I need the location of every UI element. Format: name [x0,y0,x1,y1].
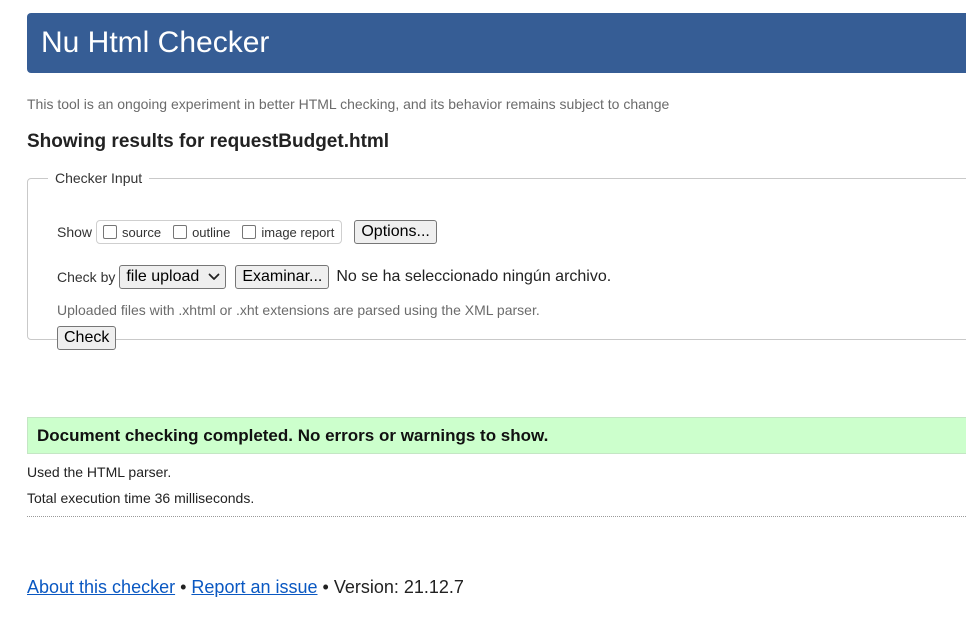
check-by-selected-value: file upload [126,268,200,285]
image-report-checkbox[interactable] [242,225,257,239]
version-text: Version: 21.12.7 [333,577,464,597]
check-by-label: Check by [57,269,116,285]
browse-file-button[interactable]: Examinar... [235,265,330,289]
results-title: Showing results for requestBudget.html [27,131,390,152]
show-options-group: source outline image report [96,220,343,244]
show-image-report-option[interactable]: image report [242,225,334,240]
execution-time: Total execution time 36 milliseconds. [27,490,255,506]
show-row: Show source outline image report Options… [57,220,437,244]
check-by-row: Check by file upload Examinar... No se h… [57,265,611,289]
xml-parser-note: Uploaded files with .xhtml or .xht exten… [57,302,540,318]
options-button[interactable]: Options... [354,220,437,244]
image-report-label: image report [261,224,335,240]
report-issue-link[interactable]: Report an issue [191,577,317,597]
checker-input-fieldset: Checker Input Show source outline image … [27,170,966,350]
success-message: Document checking completed. No errors o… [37,426,549,445]
parser-info: Used the HTML parser. [27,464,172,480]
app-title: Nu Html Checker [41,26,270,59]
divider [27,516,966,517]
show-source-option[interactable]: source [103,225,161,240]
source-checkbox[interactable] [103,225,118,239]
page-header: Nu Html Checker [27,13,966,73]
checker-input-legend: Checker Input [55,170,143,186]
outline-checkbox[interactable] [173,225,188,239]
footer-separator: • [180,577,187,597]
outline-label: outline [192,224,231,240]
source-label: source [122,224,162,240]
show-outline-option[interactable]: outline [173,225,230,240]
footer: About this checker • Report an issue • V… [27,577,464,598]
check-by-select[interactable]: file upload [119,265,227,289]
success-message-box: Document checking completed. No errors o… [27,417,966,454]
about-checker-link[interactable]: About this checker [27,577,175,597]
chevron-down-icon [208,273,220,280]
check-button[interactable]: Check [57,326,117,350]
footer-separator: • [322,577,329,597]
tagline: This tool is an ongoing experiment in be… [27,96,670,112]
show-label: Show [57,224,93,240]
no-file-selected-text: No se ha seleccionado ningún archivo. [336,268,612,285]
